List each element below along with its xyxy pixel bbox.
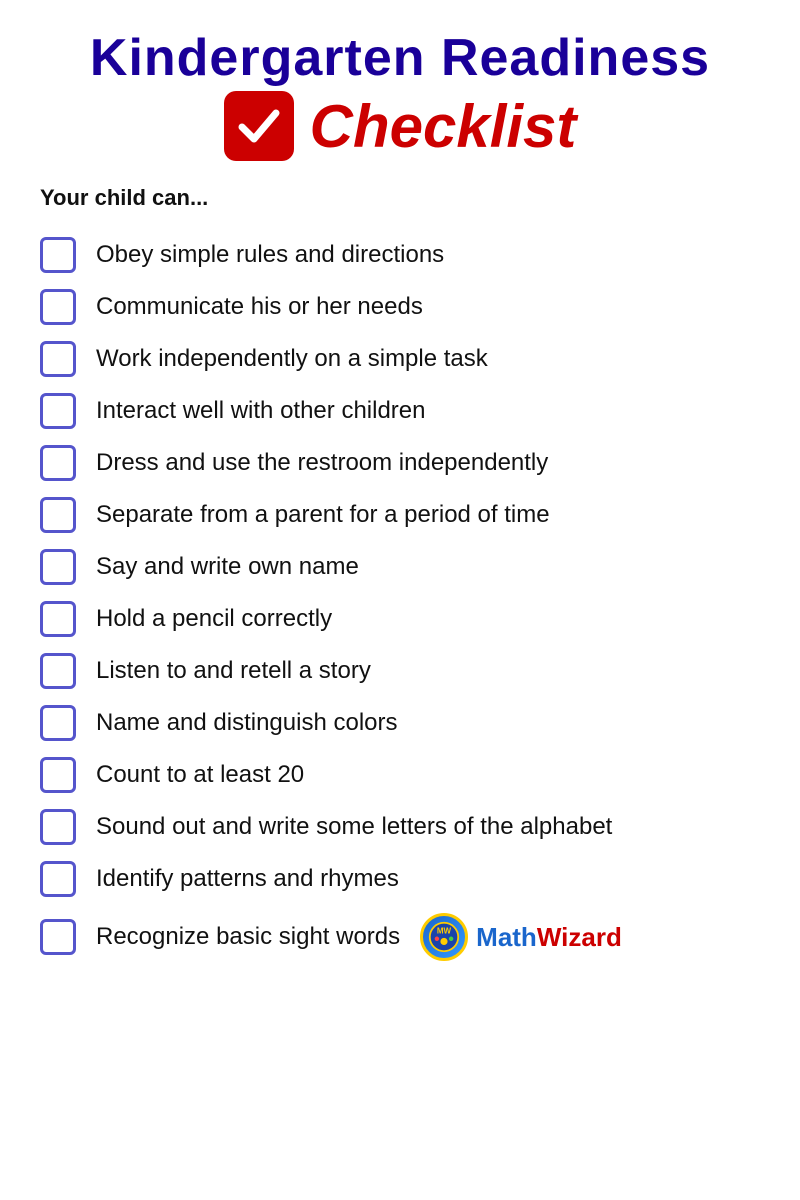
list-item: Identify patterns and rhymes	[40, 853, 760, 905]
item-text-8: Hold a pencil correctly	[96, 605, 332, 633]
checkbox-13[interactable]	[40, 861, 76, 897]
checkbox-11[interactable]	[40, 757, 76, 793]
list-item: Separate from a parent for a period of t…	[40, 489, 760, 541]
checkbox-8[interactable]	[40, 601, 76, 637]
brand-text-inline: MathWizard	[476, 922, 622, 953]
item-text-12: Sound out and write some letters of the …	[96, 813, 612, 841]
subtitle-text: Your child can...	[40, 185, 760, 211]
item-text-14: Recognize basic sight words	[96, 923, 400, 951]
list-item: Listen to and retell a story	[40, 645, 760, 697]
checked-checkbox-icon	[224, 91, 294, 161]
checkbox-2[interactable]	[40, 289, 76, 325]
item-text-6: Separate from a parent for a period of t…	[96, 501, 550, 529]
svg-text:MW: MW	[437, 927, 452, 936]
checkbox-6[interactable]	[40, 497, 76, 533]
logo-icon-inline: MW	[420, 913, 468, 961]
logo-svg-inline: MW	[428, 921, 460, 953]
title-line1: Kindergarten Readiness	[40, 30, 760, 87]
checklist-list: Obey simple rules and directions Communi…	[40, 229, 760, 969]
item-text-4: Interact well with other children	[96, 397, 425, 425]
list-item: Say and write own name	[40, 541, 760, 593]
list-item: Hold a pencil correctly	[40, 593, 760, 645]
list-item: Name and distinguish colors	[40, 697, 760, 749]
item-text-13: Identify patterns and rhymes	[96, 865, 399, 893]
item-text-2: Communicate his or her needs	[96, 293, 423, 321]
item-text-11: Count to at least 20	[96, 761, 304, 789]
item-text-1: Obey simple rules and directions	[96, 241, 444, 269]
checkbox-4[interactable]	[40, 393, 76, 429]
list-item: Dress and use the restroom independently	[40, 437, 760, 489]
list-item: Obey simple rules and directions	[40, 229, 760, 281]
list-item: Work independently on a simple task	[40, 333, 760, 385]
title-line2: Checklist	[40, 91, 760, 161]
checkbox-7[interactable]	[40, 549, 76, 585]
item-text-9: Listen to and retell a story	[96, 657, 371, 685]
item-text-7: Say and write own name	[96, 553, 359, 581]
list-item: Interact well with other children	[40, 385, 760, 437]
checkmark-svg	[234, 101, 284, 151]
item-text-3: Work independently on a simple task	[96, 345, 488, 373]
checkbox-9[interactable]	[40, 653, 76, 689]
list-item: Count to at least 20	[40, 749, 760, 801]
checkbox-12[interactable]	[40, 809, 76, 845]
checkbox-10[interactable]	[40, 705, 76, 741]
list-item: Communicate his or her needs	[40, 281, 760, 333]
checkbox-1[interactable]	[40, 237, 76, 273]
checkbox-3[interactable]	[40, 341, 76, 377]
item-text-5: Dress and use the restroom independently	[96, 449, 548, 477]
checklist-title: Checklist	[310, 92, 577, 161]
item-text-10: Name and distinguish colors	[96, 709, 398, 737]
page-header: Kindergarten Readiness Checklist	[40, 30, 760, 161]
list-item: Sound out and write some letters of the …	[40, 801, 760, 853]
list-item: Recognize basic sight words MW MathWizar…	[40, 905, 760, 969]
brand-inline: MW MathWizard	[420, 913, 622, 961]
checkbox-5[interactable]	[40, 445, 76, 481]
checkbox-14[interactable]	[40, 919, 76, 955]
